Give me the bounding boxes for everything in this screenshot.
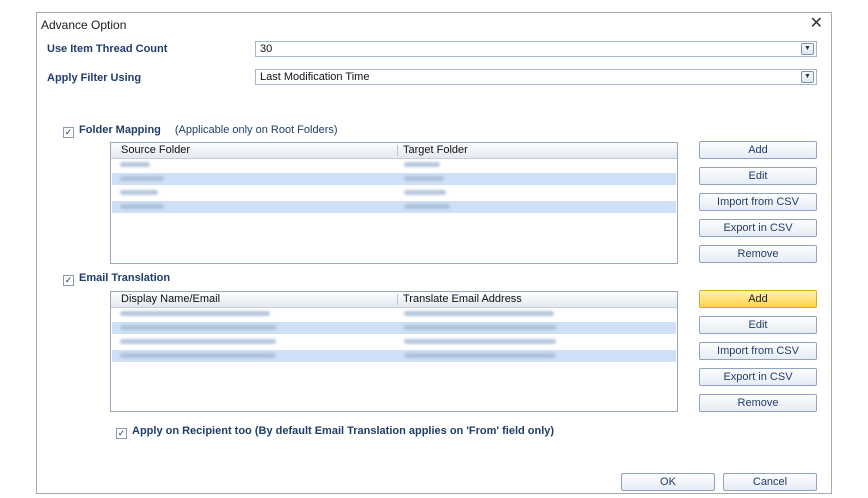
apply-recipient-row: ✓ Apply on Recipient too (By default Emai… xyxy=(116,425,554,439)
email-translation-row: ✓ Email Translation xyxy=(63,272,170,286)
folder-mapping-grid[interactable]: Source Folder Target Folder xyxy=(110,142,678,264)
email-export-csv-button[interactable]: Export in CSV xyxy=(699,368,817,386)
folder-mapping-header: Source Folder Target Folder xyxy=(111,143,677,159)
folder-mapping-row: ✓ Folder Mapping (Applicable only on Root … xyxy=(63,124,338,138)
folder-import-csv-button[interactable]: Import from CSV xyxy=(699,193,817,211)
cell-display-blurred xyxy=(120,325,276,330)
cell-translate-blurred xyxy=(404,311,554,316)
column-header[interactable]: Translate Email Address xyxy=(403,293,522,305)
table-row[interactable] xyxy=(112,187,676,199)
cell-translate-blurred xyxy=(404,353,556,358)
cell-source-blurred xyxy=(120,190,158,195)
cell-target-blurred xyxy=(404,176,444,181)
title-bar: Advance Option ✕ xyxy=(37,13,831,37)
filter-value: Last Modification Time xyxy=(260,71,370,83)
folder-remove-button[interactable]: Remove xyxy=(699,245,817,263)
column-divider[interactable] xyxy=(397,294,398,305)
table-row[interactable] xyxy=(112,201,676,213)
chevron-down-icon[interactable]: ▼ xyxy=(801,43,814,55)
cell-source-blurred xyxy=(120,176,164,181)
filter-label: Apply Filter Using xyxy=(47,72,142,84)
table-row[interactable] xyxy=(112,159,676,171)
email-import-csv-button[interactable]: Import from CSV xyxy=(699,342,817,360)
cell-display-blurred xyxy=(120,353,276,358)
column-header[interactable]: Source Folder xyxy=(121,144,190,156)
table-row[interactable] xyxy=(112,308,676,320)
cell-source-blurred xyxy=(120,162,150,167)
filter-select[interactable]: Last Modification Time ▼ xyxy=(255,69,817,85)
chevron-down-icon[interactable]: ▼ xyxy=(801,71,814,83)
apply-recipient-checkbox[interactable]: ✓ xyxy=(116,428,127,439)
column-header[interactable]: Display Name/Email xyxy=(121,293,220,305)
cell-translate-blurred xyxy=(404,325,556,330)
advance-option-dialog: Advance Option ✕ Use Item Thread Count 3… xyxy=(36,12,832,494)
email-translation-header: Display Name/Email Translate Email Addre… xyxy=(111,292,677,308)
thread-count-select[interactable]: 30 ▼ xyxy=(255,41,817,57)
folder-mapping-checkbox[interactable]: ✓ xyxy=(63,127,74,138)
apply-recipient-label: Apply on Recipient too (By default Email… xyxy=(132,425,555,437)
email-add-button[interactable]: Add xyxy=(699,290,817,308)
column-header[interactable]: Target Folder xyxy=(403,144,468,156)
table-row[interactable] xyxy=(112,336,676,348)
cell-source-blurred xyxy=(120,204,164,209)
column-divider[interactable] xyxy=(397,145,398,156)
email-edit-button[interactable]: Edit xyxy=(699,316,817,334)
folder-add-button[interactable]: Add xyxy=(699,141,817,159)
cell-target-blurred xyxy=(404,190,446,195)
thread-count-value: 30 xyxy=(260,43,273,55)
folder-mapping-note: (Applicable only on Root Folders) xyxy=(174,124,338,136)
cell-display-blurred xyxy=(120,339,276,344)
email-translation-grid[interactable]: Display Name/Email Translate Email Addre… xyxy=(110,291,678,412)
cancel-button[interactable]: Cancel xyxy=(723,473,817,491)
folder-export-csv-button[interactable]: Export in CSV xyxy=(699,219,817,237)
cell-target-blurred xyxy=(404,204,450,209)
folder-mapping-label: Folder Mapping xyxy=(79,124,161,136)
thread-count-label: Use Item Thread Count xyxy=(47,43,168,55)
email-translation-label: Email Translation xyxy=(79,272,171,284)
email-remove-button[interactable]: Remove xyxy=(699,394,817,412)
ok-button[interactable]: OK xyxy=(621,473,715,491)
cell-target-blurred xyxy=(404,162,440,167)
table-row[interactable] xyxy=(112,350,676,362)
folder-edit-button[interactable]: Edit xyxy=(699,167,817,185)
table-row[interactable] xyxy=(112,322,676,334)
cell-translate-blurred xyxy=(404,339,556,344)
email-translation-checkbox[interactable]: ✓ xyxy=(63,275,74,286)
close-icon[interactable]: ✕ xyxy=(810,15,823,33)
dialog-title: Advance Option xyxy=(41,18,127,32)
cell-display-blurred xyxy=(120,311,270,316)
table-row[interactable] xyxy=(112,173,676,185)
